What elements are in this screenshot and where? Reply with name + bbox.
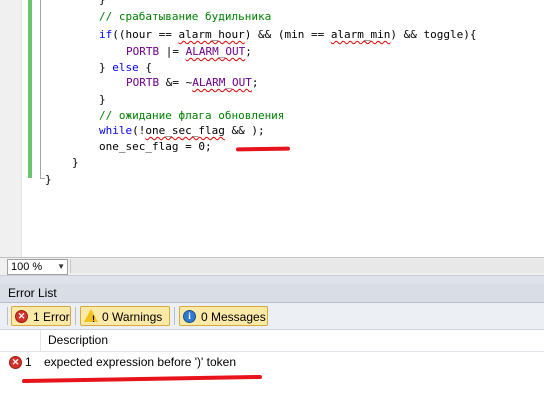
code-line[interactable]: PORTB |= ALARM_OUT; <box>126 44 252 60</box>
code-line[interactable]: // срабатывание будильника <box>99 9 271 25</box>
outline-fold-line <box>40 0 41 178</box>
code-token: one_sec_flag = 0; <box>99 140 212 153</box>
toolbar-separator <box>174 307 175 325</box>
zoom-select[interactable]: 100 % ▼ <box>7 259 68 275</box>
warning-icon: ! <box>84 309 98 324</box>
code-token: } <box>45 173 52 186</box>
error-list-title-bar: Error List <box>0 284 544 303</box>
code-token: ) && (min == <box>244 28 331 41</box>
error-row[interactable]: ✕ 1 expected expression before ')' token <box>0 352 544 373</box>
chevron-down-icon[interactable]: ▼ <box>57 260 65 274</box>
code-token: } <box>72 156 79 169</box>
info-icon: i <box>183 310 196 323</box>
code-token: while <box>99 124 133 137</box>
code-editor[interactable]: } // срабатывание будильника if((hour == a… <box>0 0 544 257</box>
messages-filter-button[interactable]: i 0 Messages <box>179 306 268 326</box>
column-header-description[interactable]: Description <box>48 330 108 351</box>
horizontal-scrollbar[interactable] <box>70 259 544 273</box>
error-icon: ✕ <box>15 310 28 323</box>
code-token: // срабатывание будильника <box>99 10 272 23</box>
toolbar-separator <box>75 307 76 325</box>
change-tracking-bar <box>28 0 32 178</box>
code-token: ALARM_OUT <box>192 76 252 89</box>
code-token: &= ~ <box>159 76 193 89</box>
code-line[interactable]: one_sec_flag = 0; <box>99 139 212 155</box>
code-token: alarm_min <box>330 28 391 41</box>
code-token: if <box>99 28 113 41</box>
code-token: { <box>138 61 152 74</box>
code-line[interactable]: } <box>99 0 106 8</box>
editor-zoom-bar: 100 % ▼ <box>0 257 544 275</box>
code-token: ((hour == <box>112 28 179 41</box>
code-token: |= <box>159 45 186 58</box>
code-token: } <box>99 61 113 74</box>
error-icon: ✕ <box>9 356 22 369</box>
code-token: PORTB <box>126 45 160 58</box>
code-line[interactable]: } <box>72 155 79 171</box>
error-list-header: Description <box>0 330 544 352</box>
warnings-filter-button[interactable]: ! 0 Warnings <box>80 306 170 326</box>
errors-filter-label: 1 Error <box>33 310 70 324</box>
code-token: (! <box>132 124 146 137</box>
indicator-margin <box>0 0 22 257</box>
code-token: ALARM_OUT <box>185 45 246 58</box>
warnings-filter-label: 0 Warnings <box>102 310 163 324</box>
code-token: alarm_hour <box>178 28 245 41</box>
messages-filter-label: 0 Messages <box>201 310 266 324</box>
error-row-number: 1 <box>25 355 32 369</box>
code-token: } <box>99 93 106 106</box>
zoom-value: 100 % <box>11 261 43 273</box>
code-line[interactable]: // ожидание флага обновления <box>99 108 284 124</box>
code-line[interactable]: } <box>45 172 52 188</box>
code-token: ; <box>245 45 252 58</box>
toolbar-grip <box>7 307 8 325</box>
code-line[interactable]: while(!one_sec_flag && ); <box>99 123 265 139</box>
error-list-toolbar: ✕ 1 Error ! 0 Warnings i 0 Messages <box>0 303 544 330</box>
error-list-title: Error List <box>8 286 57 300</box>
code-token: } <box>99 0 106 6</box>
code-line[interactable]: } else { <box>99 60 152 76</box>
code-token: && ); <box>224 124 265 137</box>
code-token: // ожидание флага обновления <box>99 109 285 122</box>
code-line[interactable]: PORTB &= ~ALARM_OUT; <box>126 75 258 91</box>
code-token: ) && toggle){ <box>390 28 477 41</box>
annotation-underline-code <box>235 146 291 152</box>
code-token: ; <box>251 76 259 89</box>
column-header-index[interactable] <box>0 330 41 351</box>
code-line[interactable]: if((hour == alarm_hour) && (min == alarm… <box>99 27 477 43</box>
code-token: else <box>112 61 139 74</box>
error-row-description: expected expression before ')' token <box>44 355 237 369</box>
code-token: one_sec_flag <box>145 124 225 137</box>
code-line[interactable]: } <box>99 92 106 108</box>
errors-filter-button[interactable]: ✕ 1 Error <box>11 306 71 326</box>
code-token: PORTB <box>126 76 160 89</box>
